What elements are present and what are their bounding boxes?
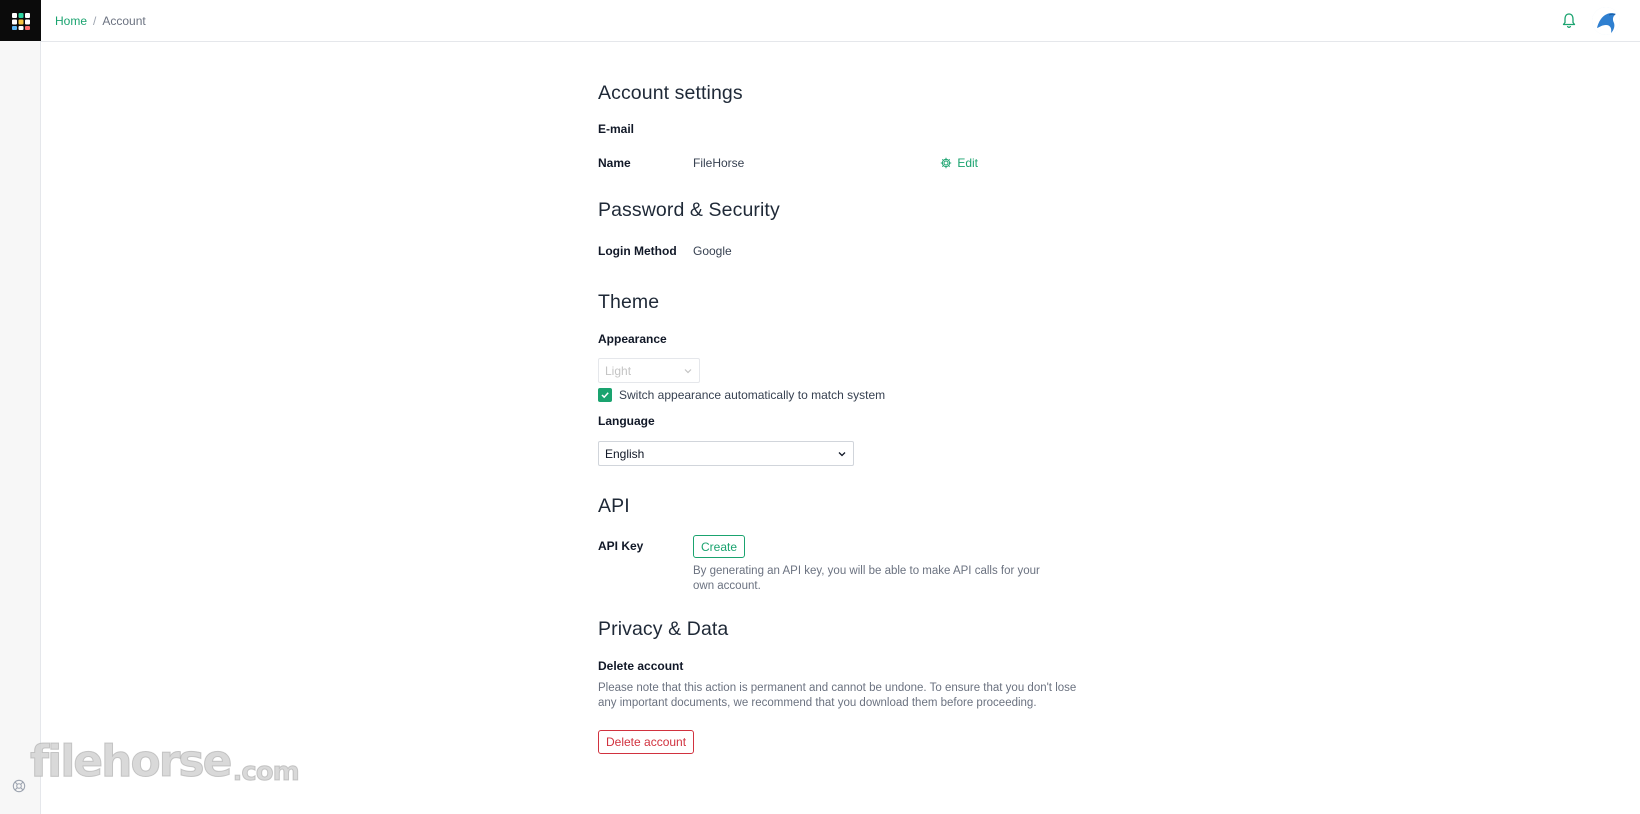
language-label: Language (598, 414, 655, 428)
app-root: Home / Account Account settings E-mail N… (0, 0, 1640, 814)
email-row: E-mail (598, 119, 1098, 139)
chevron-down-icon (684, 368, 692, 373)
password-security-title: Password & Security (598, 199, 780, 221)
appearance-selected-value: Light (605, 363, 632, 378)
app-logo[interactable] (0, 0, 41, 41)
topbar: Home / Account (41, 0, 1640, 42)
create-api-key-button[interactable]: Create (693, 535, 746, 558)
support-icon[interactable] (12, 779, 28, 795)
chevron-down-icon (838, 451, 846, 456)
breadcrumb-separator: / (93, 14, 97, 28)
name-row: Name FileHorse Edit (598, 153, 1098, 173)
email-label: E-mail (598, 122, 635, 136)
api-key-help-text: By generating an API key, you will be ab… (693, 565, 1040, 592)
checkmark-icon (601, 392, 609, 399)
edit-name-button[interactable]: Edit (940, 156, 978, 170)
privacy-data-title: Privacy & Data (598, 618, 729, 640)
api-key-label: API Key (598, 539, 644, 553)
avatar[interactable] (1592, 7, 1620, 35)
theme-title: Theme (598, 291, 660, 313)
appearance-select[interactable]: Light (598, 358, 700, 383)
login-method-value: Google (693, 244, 732, 258)
sidebar (0, 0, 41, 814)
account-settings-title: Account settings (598, 82, 743, 104)
auto-switch-checkbox-row[interactable]: Switch appearance automatically to match… (598, 388, 1098, 402)
breadcrumb: Home / Account (55, 14, 146, 28)
account-settings-main: Account settings E-mail Name FileHorse E… (598, 82, 1098, 754)
bell-icon[interactable] (1561, 12, 1577, 29)
delete-account-button[interactable]: Delete account (598, 730, 695, 754)
language-select[interactable]: English (598, 441, 854, 466)
login-method-label: Login Method (598, 244, 677, 258)
watermark-suffix-text: .com (232, 757, 300, 788)
filehorse-watermark: filehorse .com (29, 736, 300, 788)
auto-switch-checkbox[interactable] (598, 388, 612, 402)
api-title: API (598, 495, 630, 517)
avatar-image-icon (1592, 7, 1620, 35)
breadcrumb-home-link[interactable]: Home (55, 14, 87, 28)
name-label: Name (598, 156, 631, 170)
gear-icon (941, 157, 952, 169)
watermark-main-text: filehorse (29, 736, 232, 788)
delete-account-label: Delete account (598, 659, 684, 673)
grid-logo-icon (11, 12, 30, 30)
appearance-label: Appearance (598, 332, 667, 346)
api-key-controls: Create By generating an API key, you wil… (693, 535, 1063, 594)
name-value: FileHorse (693, 156, 745, 170)
edit-label: Edit (957, 156, 978, 170)
api-key-row: API Key Create By generating an API key,… (598, 535, 1098, 594)
delete-account-help-text: Please note that this action is permanen… (598, 682, 1077, 709)
login-method-row: Login Method Google (598, 241, 1098, 261)
breadcrumb-current: Account (102, 14, 146, 28)
auto-switch-label: Switch appearance automatically to match… (619, 388, 886, 402)
language-selected-value: English (605, 446, 645, 461)
